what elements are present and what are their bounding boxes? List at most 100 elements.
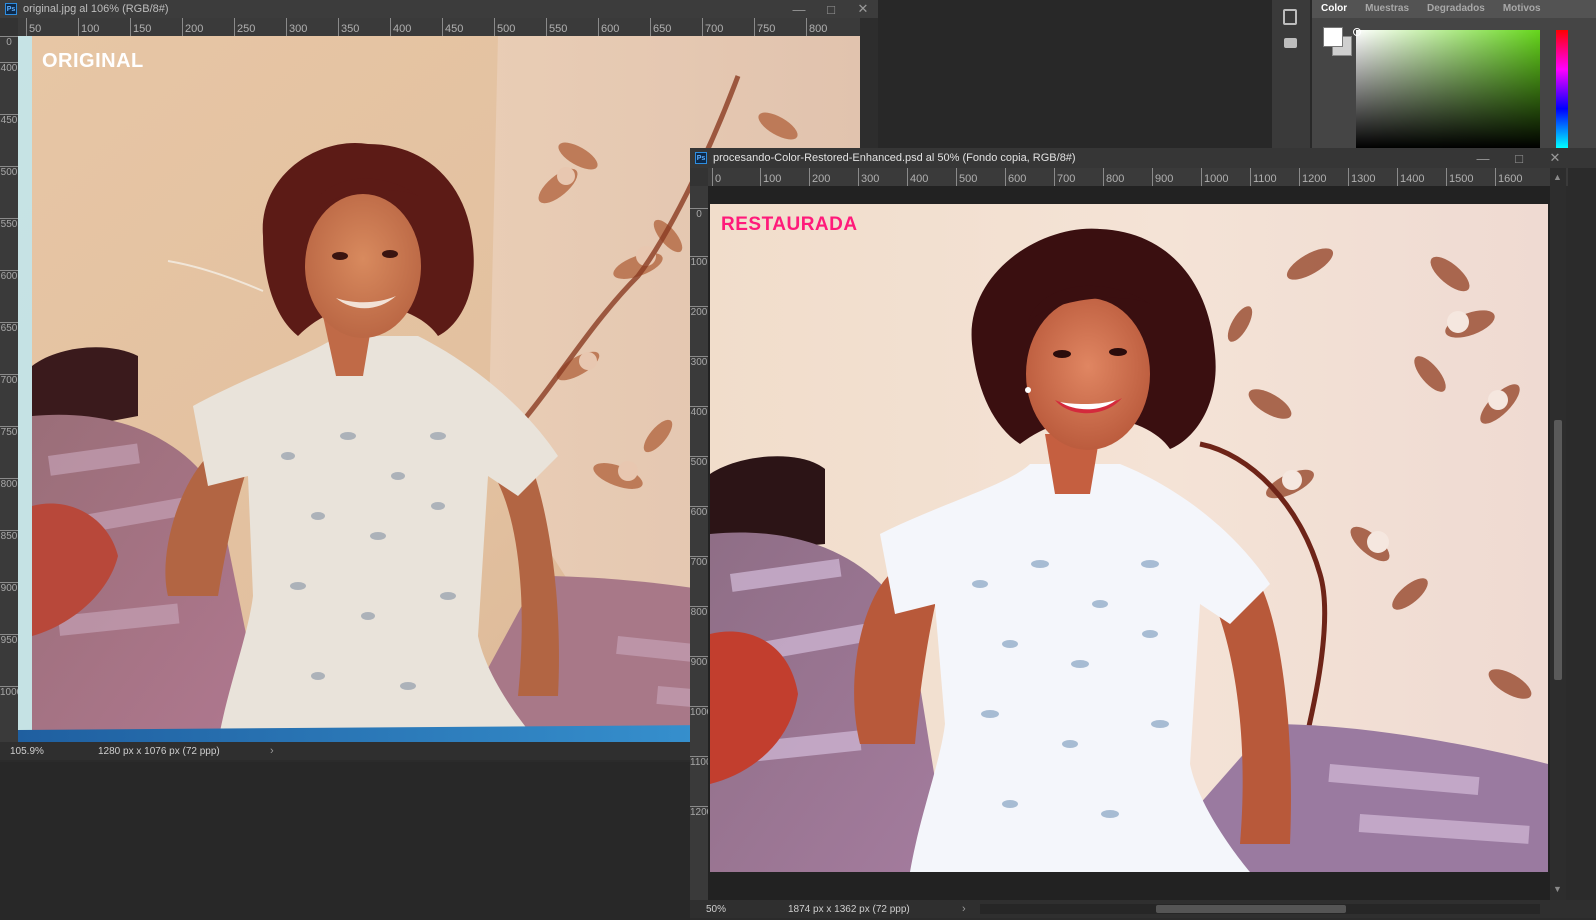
ruler-label: 1300	[1348, 168, 1375, 186]
tab-motivos[interactable]: Motivos	[1494, 0, 1550, 18]
hue-slider[interactable]	[1556, 30, 1568, 148]
ruler-label: 450	[0, 114, 18, 126]
ruler-label: 500	[956, 168, 977, 186]
ruler-label: 1000	[690, 706, 708, 718]
ruler-label: 400	[690, 406, 708, 418]
ruler-label: 600	[690, 506, 708, 518]
ruler-label: 300	[858, 168, 879, 186]
tab-muestras[interactable]: Muestras	[1356, 0, 1418, 18]
restored-statusbar: 50% 1874 px x 1362 px (72 ppp) ›	[690, 900, 1596, 918]
ruler-label: 400	[907, 168, 928, 186]
restored-doc-info: 1874 px x 1362 px (72 ppp)	[788, 903, 910, 915]
restored-zoom-level[interactable]: 50%	[706, 904, 788, 915]
ruler-label: 700	[702, 18, 723, 36]
ruler-label: 950	[0, 634, 18, 646]
ruler-label: 500	[690, 456, 708, 468]
original-window-title: original.jpg al 106% (RGB/8#)	[23, 3, 169, 15]
ruler-label: 600	[1005, 168, 1026, 186]
minimize-icon[interactable]: —	[1476, 151, 1490, 166]
tab-color[interactable]: Color	[1312, 0, 1357, 18]
ruler-label: 200	[809, 168, 830, 186]
ruler-label: 450	[442, 18, 463, 36]
original-doc-info: 1280 px x 1076 px (72 ppp)	[98, 745, 220, 757]
ruler-label: 550	[546, 18, 567, 36]
ruler-label: 650	[650, 18, 671, 36]
horizontal-scrollbar[interactable]	[979, 904, 1540, 914]
ruler-label: 0	[712, 168, 721, 186]
original-statusbar: 105.9% 1280 px x 1076 px (72 ppp) ›	[0, 742, 690, 760]
ruler-label: 600	[598, 18, 619, 36]
tab-degradados[interactable]: Degradados	[1418, 0, 1494, 18]
ruler-label: 900	[690, 656, 708, 668]
ruler-corner	[0, 18, 18, 36]
history-icon[interactable]	[1283, 9, 1297, 25]
original-label: ORIGINAL	[42, 50, 144, 72]
restored-titlebar[interactable]: Ps procesando-Color-Restored-Enhanced.ps…	[690, 148, 1596, 168]
ruler-label: 700	[0, 374, 18, 386]
panel-body	[1312, 18, 1596, 148]
ruler-label: 350	[338, 18, 359, 36]
photoshop-icon: Ps	[695, 152, 707, 164]
ruler-label: 650	[0, 322, 18, 334]
ruler-label: 1200	[1299, 168, 1326, 186]
ruler-label: 550	[0, 218, 18, 230]
maximize-icon[interactable]: □	[824, 2, 838, 17]
original-vertical-ruler[interactable]: 0 400 450 500 550 600 650 700 750 800 85…	[0, 36, 18, 742]
ruler-label: 1600	[1495, 168, 1522, 186]
photoshop-icon: Ps	[5, 3, 17, 15]
ruler-label: 750	[0, 426, 18, 438]
color-picker-field[interactable]	[1356, 30, 1540, 148]
ruler-label: 1400	[1397, 168, 1424, 186]
scroll-up-icon[interactable]: ▲	[1553, 172, 1562, 182]
minimize-icon[interactable]: —	[792, 2, 806, 17]
original-zoom-level[interactable]: 105.9%	[10, 746, 98, 757]
restored-scrollbar[interactable]: ▲ ▼	[1550, 168, 1566, 900]
restored-horizontal-ruler[interactable]: 0 100 200 300 400 500 600 700 800 900 10…	[708, 168, 1568, 186]
ruler-label: 250	[234, 18, 255, 36]
ruler-label: 50	[26, 18, 41, 36]
ruler-label: 300	[286, 18, 307, 36]
scrollbar-thumb[interactable]	[1554, 420, 1562, 680]
restored-label: RESTAURADA	[721, 214, 858, 235]
panel-tabs: Color Muestras Degradados Motivos	[1312, 0, 1550, 18]
chevron-right-icon[interactable]: ›	[962, 903, 966, 915]
maximize-icon[interactable]: □	[1512, 151, 1526, 166]
original-titlebar[interactable]: Ps original.jpg al 106% (RGB/8#) — □ ✕	[0, 0, 878, 18]
ruler-label: 850	[0, 530, 18, 542]
ruler-label: 800	[0, 478, 18, 490]
ruler-label: 1000	[1201, 168, 1228, 186]
close-icon[interactable]: ✕	[1548, 150, 1562, 166]
ruler-label: 100	[78, 18, 99, 36]
close-icon[interactable]: ✕	[856, 1, 870, 17]
ruler-label: 300	[690, 356, 708, 368]
horizontal-scrollbar-thumb[interactable]	[1155, 905, 1346, 913]
chevron-right-icon[interactable]: ›	[270, 745, 274, 757]
restored-photo	[710, 204, 1548, 872]
color-panel: Color Muestras Degradados Motivos	[1312, 0, 1596, 148]
ruler-label: 900	[1152, 168, 1173, 186]
restored-document-window[interactable]: Ps procesando-Color-Restored-Enhanced.ps…	[690, 148, 1596, 920]
ruler-label: 150	[130, 18, 151, 36]
ruler-label: 400	[390, 18, 411, 36]
ruler-label: 400	[0, 62, 18, 74]
foreground-swatch[interactable]	[1323, 27, 1343, 47]
restored-window-title: procesando-Color-Restored-Enhanced.psd a…	[713, 152, 1076, 164]
comment-icon[interactable]	[1284, 38, 1297, 48]
ruler-label: 600	[0, 270, 18, 282]
original-horizontal-ruler[interactable]: 50 100 150 200 250 300 350 400 450 500 5…	[18, 18, 860, 36]
ruler-label: 700	[690, 556, 708, 568]
ruler-label: 1100	[1250, 168, 1277, 186]
restored-pasteboard[interactable]: RESTAURADA	[708, 186, 1550, 900]
ruler-label: 1500	[1446, 168, 1473, 186]
ruler-label: 800	[690, 606, 708, 618]
ruler-label: 1200	[690, 806, 708, 818]
ruler-label: 100	[760, 168, 781, 186]
ruler-label: 500	[0, 166, 18, 178]
color-picker-cursor	[1353, 28, 1361, 36]
ruler-label: 200	[690, 306, 708, 318]
restored-vertical-ruler[interactable]: 0 100 200 300 400 500 600 700 800 900 10…	[690, 186, 708, 900]
ruler-label: 750	[754, 18, 775, 36]
scroll-down-icon[interactable]: ▼	[1553, 884, 1562, 894]
ruler-label: 100	[690, 256, 708, 268]
restored-canvas[interactable]: RESTAURADA	[710, 204, 1548, 872]
